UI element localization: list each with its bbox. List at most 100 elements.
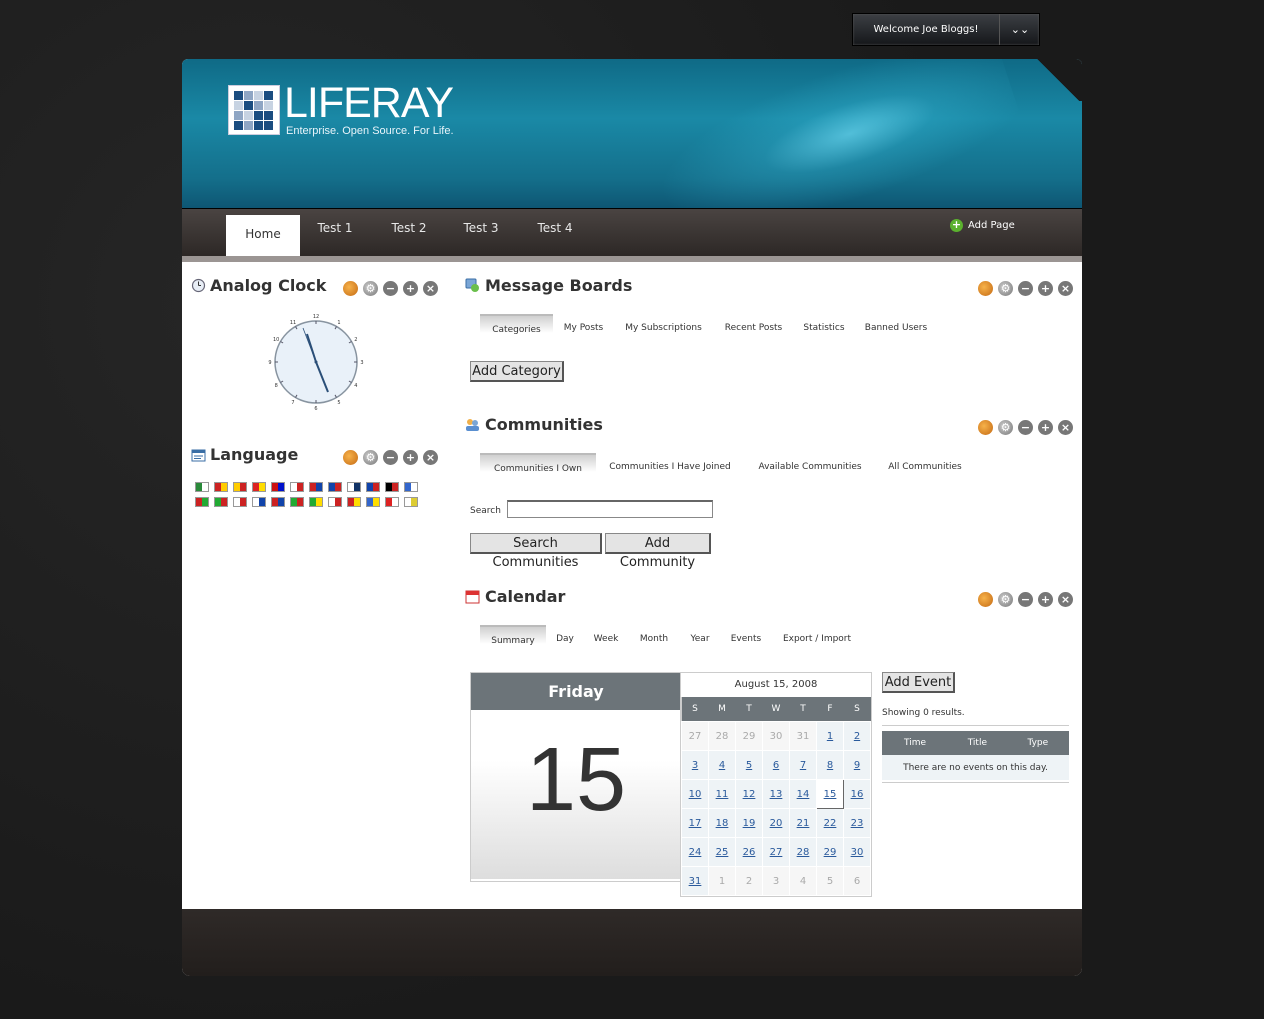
tab-communities-i-own[interactable]: Communities I Own	[480, 453, 596, 479]
tab-available-communities[interactable]: Available Communities	[752, 453, 868, 477]
flag-nb-icon[interactable]	[271, 497, 285, 507]
flag-nl-icon[interactable]	[309, 482, 323, 492]
tab-week[interactable]: Week	[588, 625, 624, 649]
calendar-day-link[interactable]: 5	[746, 760, 752, 771]
plus-icon[interactable]: +	[1038, 281, 1053, 296]
flag-ca-icon[interactable]	[214, 482, 228, 492]
calendar-day[interactable]: 17	[681, 808, 709, 838]
calendar-day[interactable]: 8	[816, 750, 844, 780]
minus-icon[interactable]: −	[1018, 420, 1033, 435]
calendar-day[interactable]: 7	[789, 750, 817, 780]
flag-fr-icon[interactable]	[366, 482, 380, 492]
flag-fa-icon[interactable]	[290, 497, 304, 507]
calendar-day-link[interactable]: 28	[797, 847, 810, 858]
palette-icon[interactable]	[343, 281, 358, 296]
tab-statistics[interactable]: Statistics	[798, 314, 850, 338]
calendar-day[interactable]: 24	[681, 837, 709, 867]
calendar-day[interactable]: 2	[843, 721, 871, 751]
calendar-day-link[interactable]: 17	[689, 818, 702, 829]
calendar-day-link[interactable]: 10	[689, 789, 702, 800]
tab-communities-joined[interactable]: Communities I Have Joined	[602, 453, 738, 477]
calendar-day[interactable]: 19	[735, 808, 763, 838]
plus-icon[interactable]: +	[403, 281, 418, 296]
calendar-day-link[interactable]: 14	[797, 789, 810, 800]
flag-tr-icon[interactable]	[385, 497, 399, 507]
calendar-day-link[interactable]: 21	[797, 818, 810, 829]
calendar-day[interactable]: 18	[708, 808, 736, 838]
calendar-day-link[interactable]: 26	[743, 847, 756, 858]
calendar-day[interactable]: 3	[681, 750, 709, 780]
flag-ja-icon[interactable]	[233, 497, 247, 507]
palette-icon[interactable]	[343, 450, 358, 465]
search-input[interactable]	[507, 500, 713, 518]
calendar-day-link[interactable]: 3	[692, 760, 698, 771]
calendar-day-link[interactable]: 29	[824, 847, 837, 858]
calendar-day[interactable]: 26	[735, 837, 763, 867]
flag-zh-CN-icon[interactable]	[252, 482, 266, 492]
calendar-day-link[interactable]: 6	[773, 760, 779, 771]
tab-my-posts[interactable]: My Posts	[558, 314, 609, 338]
calendar-day-link[interactable]: 16	[851, 789, 864, 800]
close-icon[interactable]: ×	[1058, 592, 1073, 607]
column-title[interactable]: Title	[948, 731, 1007, 755]
double-chevron-down-icon[interactable]: ⌄⌄	[1001, 14, 1039, 45]
tab-export-import[interactable]: Export / Import	[778, 625, 856, 649]
palette-icon[interactable]	[978, 281, 993, 296]
minus-icon[interactable]: −	[1018, 281, 1033, 296]
calendar-day[interactable]: 30	[843, 837, 871, 867]
tab-summary[interactable]: Summary	[480, 625, 546, 651]
tab-all-communities[interactable]: All Communities	[880, 453, 970, 477]
calendar-day-link[interactable]: 9	[854, 760, 860, 771]
calendar-day-link[interactable]: 11	[716, 789, 729, 800]
gear-icon[interactable]: ⚙	[998, 592, 1013, 607]
calendar-day-link[interactable]: 31	[689, 876, 702, 887]
palette-icon[interactable]	[978, 592, 993, 607]
calendar-day[interactable]: 11	[708, 779, 736, 809]
flag-ru-icon[interactable]	[328, 497, 342, 507]
add-community-button[interactable]: Add Community	[605, 533, 711, 570]
plus-icon[interactable]: +	[403, 450, 418, 465]
palette-icon[interactable]	[978, 420, 993, 435]
tab-categories[interactable]: Categories	[480, 314, 553, 340]
calendar-day-link[interactable]: 20	[770, 818, 783, 829]
column-time[interactable]: Time	[882, 731, 949, 755]
user-dock[interactable]: Welcome Joe Bloggs! ⌄⌄	[852, 13, 1040, 46]
calendar-day[interactable]: 12	[735, 779, 763, 809]
calendar-day-link[interactable]: 27	[770, 847, 783, 858]
calendar-day[interactable]: 4	[708, 750, 736, 780]
calendar-day-link[interactable]: 4	[719, 760, 725, 771]
calendar-day[interactable]: 31	[681, 866, 709, 896]
gear-icon[interactable]: ⚙	[363, 450, 378, 465]
gear-icon[interactable]: ⚙	[363, 281, 378, 296]
tab-test-3[interactable]: Test 3	[448, 209, 514, 257]
flag-el-icon[interactable]	[404, 482, 418, 492]
calendar-day-link[interactable]: 13	[770, 789, 783, 800]
column-type[interactable]: Type	[1006, 731, 1069, 755]
minus-icon[interactable]: −	[383, 281, 398, 296]
tab-events[interactable]: Events	[726, 625, 766, 649]
flag-ar-icon[interactable]	[195, 482, 209, 492]
calendar-day[interactable]: 16	[843, 779, 871, 809]
calendar-day-link[interactable]: 12	[743, 789, 756, 800]
minus-icon[interactable]: −	[1018, 592, 1033, 607]
tab-month[interactable]: Month	[634, 625, 674, 649]
calendar-day-link[interactable]: 19	[743, 818, 756, 829]
calendar-day-link[interactable]: 15	[824, 789, 837, 800]
tab-home[interactable]: Home	[226, 215, 300, 261]
calendar-day[interactable]: 23	[843, 808, 871, 838]
calendar-day[interactable]: 28	[789, 837, 817, 867]
tab-year[interactable]: Year	[684, 625, 716, 649]
tab-banned-users[interactable]: Banned Users	[860, 314, 932, 338]
flag-de-icon[interactable]	[385, 482, 399, 492]
calendar-day[interactable]: 9	[843, 750, 871, 780]
calendar-day[interactable]: 6	[762, 750, 790, 780]
flag-zh-TW-icon[interactable]	[271, 482, 285, 492]
calendar-day[interactable]: 1	[816, 721, 844, 751]
close-icon[interactable]: ×	[423, 450, 438, 465]
calendar-day[interactable]: 22	[816, 808, 844, 838]
flag-en-icon[interactable]	[328, 482, 342, 492]
calendar-day[interactable]: 29	[816, 837, 844, 867]
calendar-day-link[interactable]: 2	[854, 731, 860, 742]
tab-my-subscriptions[interactable]: My Subscriptions	[620, 314, 707, 338]
plus-icon[interactable]: +	[1038, 592, 1053, 607]
